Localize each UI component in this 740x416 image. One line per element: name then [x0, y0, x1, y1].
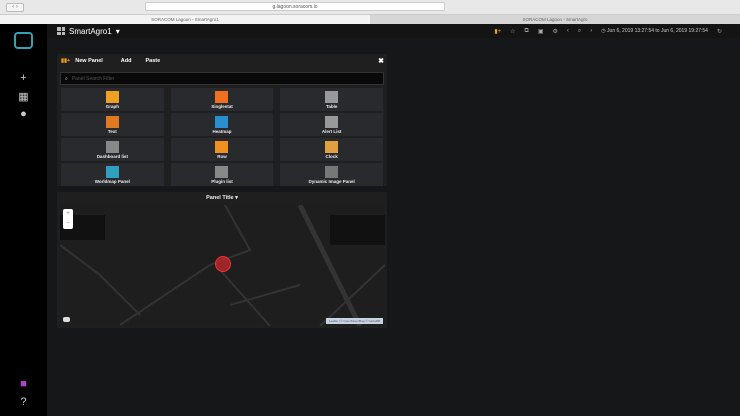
tab-paste[interactable]: Paste [141, 56, 164, 66]
gear-icon[interactable]: ⚙ [553, 28, 558, 35]
panel-type-card[interactable]: Plugin list [170, 163, 274, 186]
save-icon[interactable]: ▣ [538, 28, 544, 35]
panel-type-label: Graph [105, 104, 119, 109]
row-icon [215, 141, 229, 153]
tab-add[interactable]: Add [117, 56, 136, 66]
panel-type-label: Plugin list [211, 179, 233, 184]
browser-tab[interactable]: SORACOM Lagoon - SmartAgro1 [0, 14, 370, 24]
search-icon: ⌕ [65, 75, 68, 82]
user-icon[interactable]: ■ [17, 378, 30, 391]
text-icon [105, 116, 119, 128]
sidebar: + ▦ ● ■ ? [0, 24, 47, 416]
bell-icon[interactable]: ● [17, 108, 30, 121]
chevron-left-icon[interactable]: ‹ [567, 28, 569, 34]
zoom-out-icon[interactable]: ⌕ [578, 28, 581, 35]
map-panel: Panel Title ▾ + − Leaflet | © OpenStreetM… [57, 192, 387, 328]
map-attribution[interactable]: Leaflet | © OpenStreetMap © CartoDB [325, 318, 383, 324]
address-bar[interactable]: g.lagoon.soracom.io [145, 2, 445, 11]
legend-toggle-icon[interactable] [63, 317, 70, 322]
panel-type-label: Text [107, 129, 117, 134]
panel-type-card[interactable]: Dynamic Image Panel [280, 163, 383, 186]
refresh-icon[interactable]: ↻ [717, 28, 722, 35]
panel-type-label: Worldmap Panel [94, 179, 130, 184]
time-picker[interactable]: ◷ Jun 6, 2019 13:27:54 to Jun 6, 2019 19… [601, 28, 708, 34]
panel-type-label: Dashboard list [96, 154, 128, 159]
panel-type-card[interactable]: Row [170, 138, 274, 161]
table-icon [325, 91, 339, 103]
chevron-right-icon[interactable]: › [590, 28, 592, 34]
panel-type-card[interactable]: Alert List [280, 113, 383, 136]
plugin-list-icon [215, 166, 229, 178]
help-icon[interactable]: ? [17, 396, 30, 409]
browser-chrome: ‹ › g.lagoon.soracom.io SORACOM Lagoon -… [0, 0, 740, 24]
heatmap-icon [215, 116, 229, 128]
add-panel-icon[interactable]: ▮+ [494, 28, 501, 35]
worldmap-icon [105, 166, 119, 178]
alert-list-icon [325, 116, 339, 128]
zoom-in-button[interactable]: + [63, 209, 73, 219]
dashboard-icon [57, 27, 65, 35]
panel-type-card[interactable]: Graph [61, 88, 164, 111]
graph-icon [105, 91, 119, 103]
zoom-out-button[interactable]: − [63, 219, 73, 229]
panel-type-label: Dynamic Image Panel [308, 179, 355, 184]
dashboard-navbar: SmartAgro1 ▾ ▮+ ☆ ⧉ ▣ ⚙ ‹ ⌕ › ◷ Jun 6, 20… [47, 24, 740, 38]
clock-icon [325, 141, 339, 153]
panel-type-label: Table [325, 104, 338, 109]
panel-type-label: Heatmap [212, 129, 232, 134]
panel-type-label: Alert List [321, 129, 342, 134]
panel-type-card[interactable]: Text [61, 113, 164, 136]
dashboard-list-icon [105, 141, 119, 153]
panel-type-card[interactable]: Clock [280, 138, 383, 161]
panel-title[interactable]: Panel Title ▾ [57, 192, 387, 204]
panel-type-card[interactable]: Heatmap [170, 113, 274, 136]
panel-type-card[interactable]: Worldmap Panel [61, 163, 164, 186]
panel-type-label: Row [217, 154, 227, 159]
close-icon[interactable]: ✖ [378, 57, 384, 65]
logo[interactable] [14, 32, 33, 49]
dashboards-icon[interactable]: ▦ [17, 91, 30, 104]
plus-icon[interactable]: + [17, 72, 30, 85]
star-icon[interactable]: ☆ [510, 28, 515, 35]
map[interactable]: + − Leaflet | © OpenStreetMap © CartoDB [60, 205, 385, 326]
panel-type-card[interactable]: Table [280, 88, 383, 111]
browser-tab[interactable]: SORACOM Lagoon - SmartAgro [370, 14, 740, 24]
panel-search-input[interactable]: ⌕ Panel Search Filter [60, 72, 384, 85]
new-panel-title: New Panel [75, 58, 103, 64]
dashboard-picker[interactable]: SmartAgro1 ▾ [57, 27, 120, 36]
share-icon[interactable]: ⧉ [525, 28, 529, 35]
panel-type-label: Singlestat [211, 104, 233, 109]
panel-type-card[interactable]: Dashboard list [61, 138, 164, 161]
panel-type-card[interactable]: Singlestat [170, 88, 274, 111]
singlestat-icon [215, 91, 229, 103]
map-marker[interactable] [215, 256, 231, 272]
zoom-control[interactable]: + − [63, 209, 73, 229]
back-button[interactable]: ‹ › [6, 2, 24, 12]
panel-type-label: Clock [325, 154, 338, 159]
new-panel-icon: ▮▮+ [61, 58, 71, 64]
image-panel-icon [325, 166, 339, 178]
new-panel-dialog: ▮▮+ New Panel Add Paste ✖ ⌕ Panel Search … [57, 54, 387, 186]
